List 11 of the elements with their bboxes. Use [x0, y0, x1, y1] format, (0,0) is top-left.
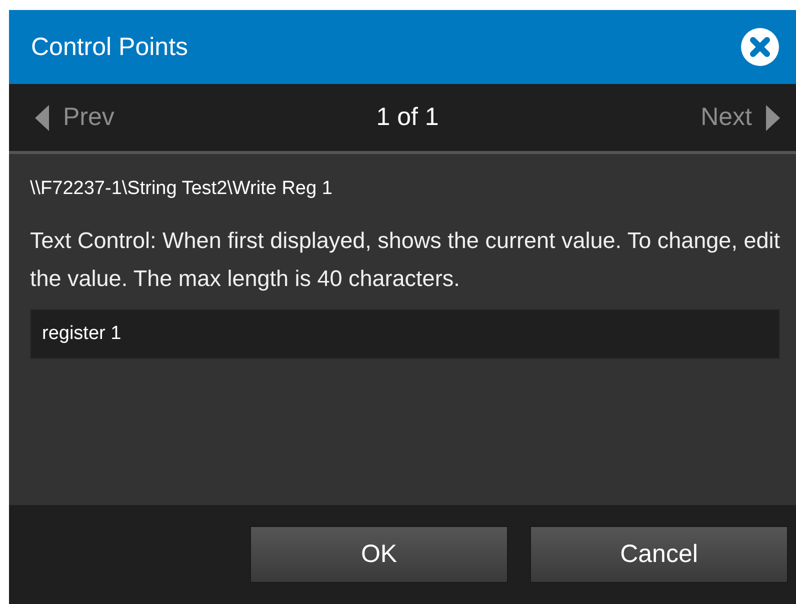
close-button[interactable]	[740, 27, 780, 67]
point-path: \\F72237-1\String Test2\Write Reg 1	[30, 178, 334, 200]
ok-button[interactable]: OK	[250, 526, 508, 583]
cancel-button[interactable]: Cancel	[530, 526, 788, 583]
right-triangle-icon	[766, 104, 780, 130]
left-triangle-icon	[35, 104, 49, 130]
close-icon	[740, 27, 780, 67]
value-field[interactable]: register 1	[30, 309, 780, 359]
dialog-title: Control Points	[31, 32, 188, 62]
description: Text Control: When first displayed, shows the current value. To change, edit the value. The max length is 40 characters.	[30, 227, 780, 293]
page-position: 1 of 1	[376, 103, 439, 132]
